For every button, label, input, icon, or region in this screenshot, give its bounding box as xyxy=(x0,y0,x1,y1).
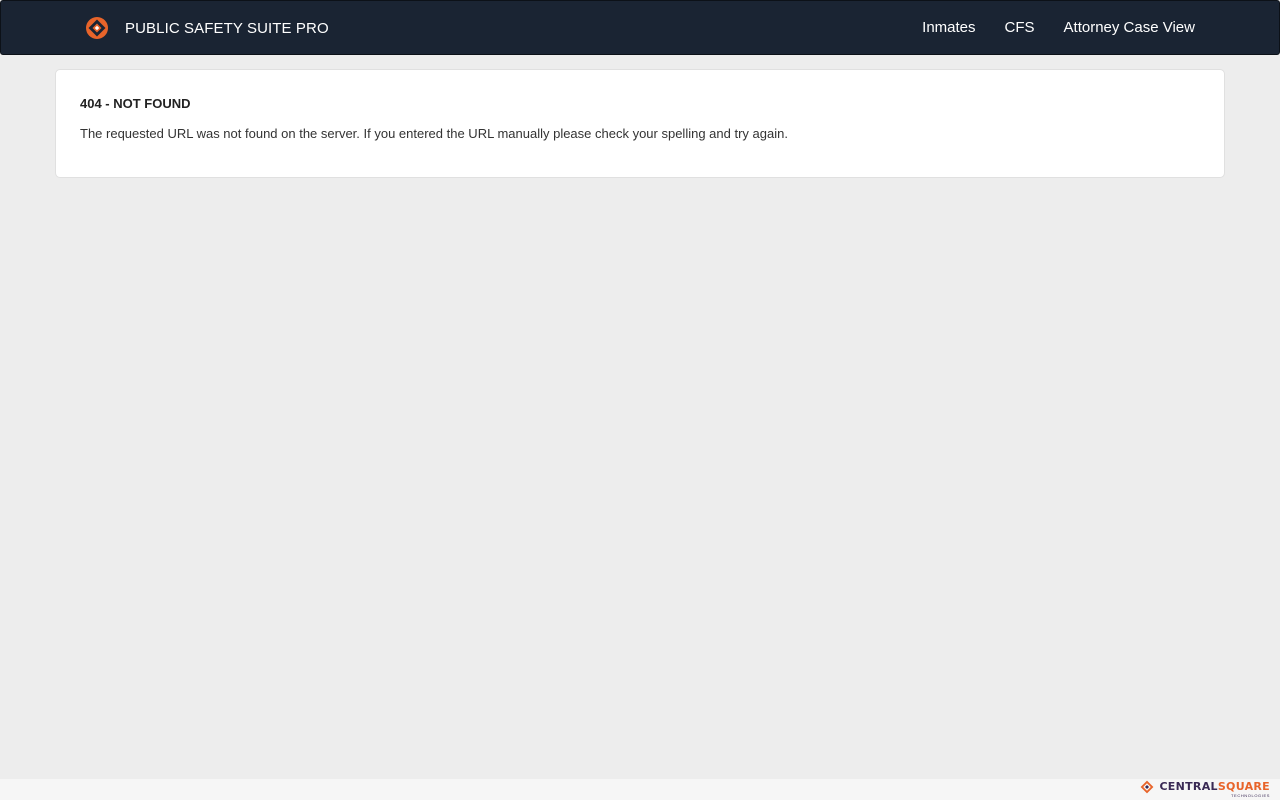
footer: CENTRALSQUARE TECHNOLOGIES xyxy=(0,779,1280,800)
brand-home-link[interactable]: PUBLIC SAFETY SUITE PRO xyxy=(85,15,329,41)
footer-logo-part-a: CENTRAL xyxy=(1159,780,1218,793)
nav-link-inmates[interactable]: Inmates xyxy=(922,19,975,36)
footer-logo-part-b: SQUARE xyxy=(1217,780,1270,793)
brand-logo-icon xyxy=(86,17,108,39)
centralsquare-logo: CENTRALSQUARE TECHNOLOGIES xyxy=(1140,779,1270,800)
nav-link-attorney-case-view[interactable]: Attorney Case View xyxy=(1064,19,1195,36)
nav-link-cfs[interactable]: CFS xyxy=(1005,19,1035,36)
footer-logo-name: CENTRALSQUARE xyxy=(1159,781,1270,792)
footer-logo-sub: TECHNOLOGIES xyxy=(1231,793,1270,798)
nav-links: Inmates CFS Attorney Case View xyxy=(922,1,1195,54)
error-card: 404 - NOT FOUND The requested URL was no… xyxy=(55,69,1225,178)
centralsquare-mark-icon xyxy=(1141,780,1154,794)
error-message: The requested URL was not found on the s… xyxy=(80,126,788,141)
error-title: 404 - NOT FOUND xyxy=(80,96,191,111)
brand-title: PUBLIC SAFETY SUITE PRO xyxy=(125,19,329,37)
top-navbar: PUBLIC SAFETY SUITE PRO Inmates CFS Atto… xyxy=(0,0,1280,55)
